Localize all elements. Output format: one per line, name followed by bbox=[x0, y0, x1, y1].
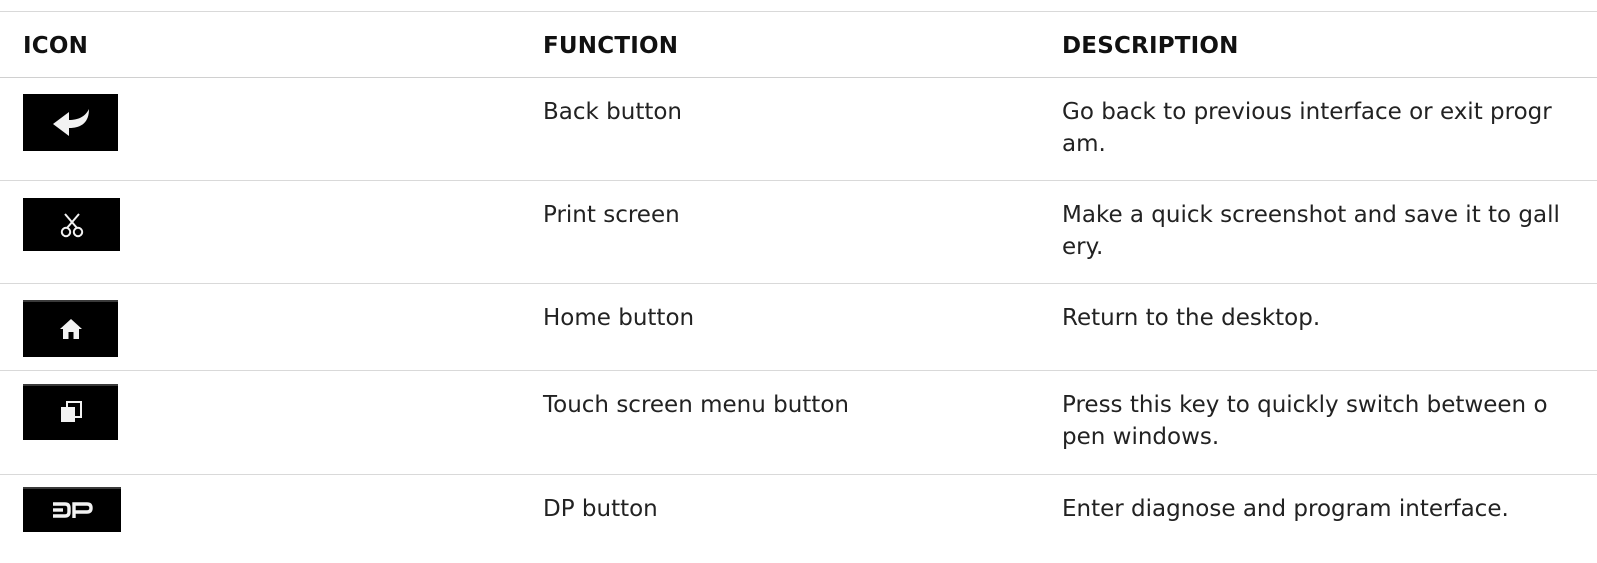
windows-stack-glyph bbox=[60, 401, 82, 422]
header-description: DESCRIPTION bbox=[1062, 33, 1239, 59]
description-text: Return to the desktop. bbox=[1062, 305, 1321, 331]
scissors-glyph bbox=[60, 212, 83, 237]
dp-icon bbox=[23, 487, 121, 532]
table-row: DP button Enter diagnose and program int… bbox=[0, 475, 1597, 563]
function-text: Touch screen menu button bbox=[543, 392, 849, 418]
header-icon: ICON bbox=[23, 33, 89, 59]
table-row: Touch screen menu button Press this key … bbox=[0, 371, 1597, 475]
description-text: Go back to previous interface or exit pr… bbox=[1062, 99, 1552, 157]
function-text: DP button bbox=[543, 496, 658, 522]
description-text: Make a quick screenshot and save it to g… bbox=[1062, 202, 1560, 260]
home-glyph bbox=[59, 318, 82, 339]
function-text: Back button bbox=[543, 99, 683, 125]
table-row: Print screen Make a quick screenshot and… bbox=[0, 181, 1597, 284]
back-arrow-glyph bbox=[52, 108, 89, 136]
function-text: Print screen bbox=[543, 202, 680, 228]
table-row: Home button Return to the desktop. bbox=[0, 284, 1597, 371]
windows-stack-icon bbox=[23, 384, 118, 440]
table-header-row: ICON FUNCTION DESCRIPTION bbox=[0, 12, 1597, 78]
home-icon bbox=[23, 300, 118, 357]
header-function: FUNCTION bbox=[543, 33, 679, 59]
function-text: Home button bbox=[543, 305, 695, 331]
table-row: Back button Go back to previous interfac… bbox=[0, 78, 1597, 181]
icon-function-table: ICON FUNCTION DESCRIPTION Back button Go… bbox=[0, 11, 1597, 563]
description-text: Enter diagnose and program interface. bbox=[1062, 496, 1509, 522]
description-text: Press this key to quickly switch between… bbox=[1062, 392, 1548, 450]
back-arrow-icon bbox=[23, 94, 118, 151]
scissors-icon bbox=[23, 198, 120, 251]
dp-glyph bbox=[53, 501, 93, 518]
